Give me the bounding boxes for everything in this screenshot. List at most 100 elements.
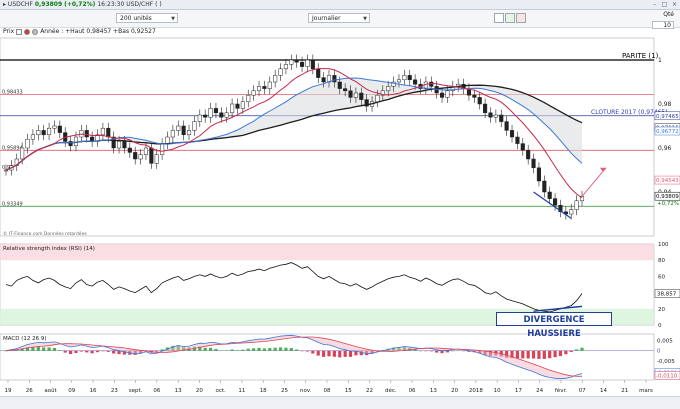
candle [526,149,531,160]
candle [230,103,235,114]
macd-histogram-bar [418,350,423,352]
macd-histogram-bar [580,347,584,351]
candle [73,136,79,147]
macd-histogram-bar [311,350,315,354]
candle [283,64,288,70]
macd-histogram-bar [106,350,110,352]
macd-histogram-bar [252,348,256,351]
candle [100,127,105,136]
candle [57,125,62,133]
candle [509,130,515,138]
x-axis-tick: 17 [515,388,522,394]
candle [133,152,138,160]
candle [348,90,353,98]
x-axis-tick: 23 [111,388,118,394]
status-bar [0,396,680,409]
candle [310,59,315,70]
candle [224,112,229,118]
x-axis-tick: févr. [555,387,567,394]
x-axis-tick: août [44,387,57,394]
candle [407,75,412,81]
macd-histogram-bar [531,350,536,359]
candle [316,68,321,78]
change-badge: +0,72% [657,201,679,207]
candle [251,90,256,96]
macd-histogram-bar [348,350,353,357]
macd-histogram-bar [569,350,573,353]
rsi-badge-text: 38,857 [657,292,677,298]
candle [493,114,498,118]
candle [488,112,493,118]
candle [219,112,224,118]
candle [553,198,558,206]
macd-badge-text: -0,0110 [656,373,678,379]
macd-zero-badge: 0 [657,349,661,355]
x-axis-tick: 13 [430,388,437,394]
candle [300,61,305,67]
macd-histogram-bar [225,350,229,351]
x-axis-tick: 11 [238,388,245,394]
macd-histogram-bar [542,350,546,359]
price-badge-text: 0,96772 [656,129,679,135]
candle [353,92,358,98]
macd-histogram-bar [515,350,520,359]
macd-axis-tick: 0,005 [657,338,673,344]
macd-histogram-bar [74,350,78,353]
x-axis-tick: 22 [366,388,373,394]
macd-histogram-bar [203,347,207,351]
x-axis-tick: 16 [90,388,97,394]
macd-histogram-bar [42,347,46,351]
macd-histogram-bar [68,350,73,355]
candle [197,114,202,122]
macd-histogram-bar [36,346,40,351]
candle [36,130,41,136]
macd-histogram-bar [246,348,250,351]
candle [47,127,52,136]
candle [483,103,488,114]
x-axis-tick: 15 [345,388,352,394]
candle [504,121,509,131]
x-axis-tick: 2018 [469,388,483,394]
x-axis-tick: nov. [300,388,312,394]
divergence-label: DIVERGENCE HAUSSIERE [496,312,612,339]
candle [256,86,262,92]
x-axis-tick: mars [639,388,653,394]
x-axis-tick: 21 [621,388,628,394]
candle [143,147,149,155]
rsi-axis-tick: 60 [658,274,665,280]
candle [235,103,240,109]
macd-histogram-bar [95,350,100,353]
x-axis-tick: 20 [196,388,203,394]
candle [359,92,364,100]
macd-histogram-bar [241,349,245,351]
candle [116,141,122,149]
macd-histogram-bar [327,350,331,357]
candle [25,138,30,149]
candle [84,130,89,138]
candle [213,108,218,114]
macd-histogram-bar [295,349,299,351]
rsi-axis-tick: 100 [658,242,669,248]
macd-histogram-bar [257,347,261,351]
candle [294,59,299,63]
candle [208,108,213,118]
macd-histogram-bar [558,350,563,357]
candle [20,147,25,160]
x-axis-tick: 25 [281,388,288,394]
candle [165,136,170,144]
price-badge-text: 0,97465 [656,114,679,120]
candle [542,180,547,193]
x-axis-tick: 13 [175,388,182,394]
candle [186,130,192,136]
candle [267,81,272,89]
macd-histogram-bar [553,350,557,358]
candle [439,92,445,98]
chart-canvas: PARITE (1)CLOTURE 2017 (0,97465)0,984330… [0,37,680,394]
x-axis-tick: 20 [451,388,458,394]
macd-histogram-bar [305,350,310,352]
macd-histogram-bar [456,350,460,352]
left-level-label: 0,93349 [2,201,23,207]
macd-histogram-bar [262,348,266,351]
candle [332,75,337,83]
macd-histogram-bar [52,347,57,351]
